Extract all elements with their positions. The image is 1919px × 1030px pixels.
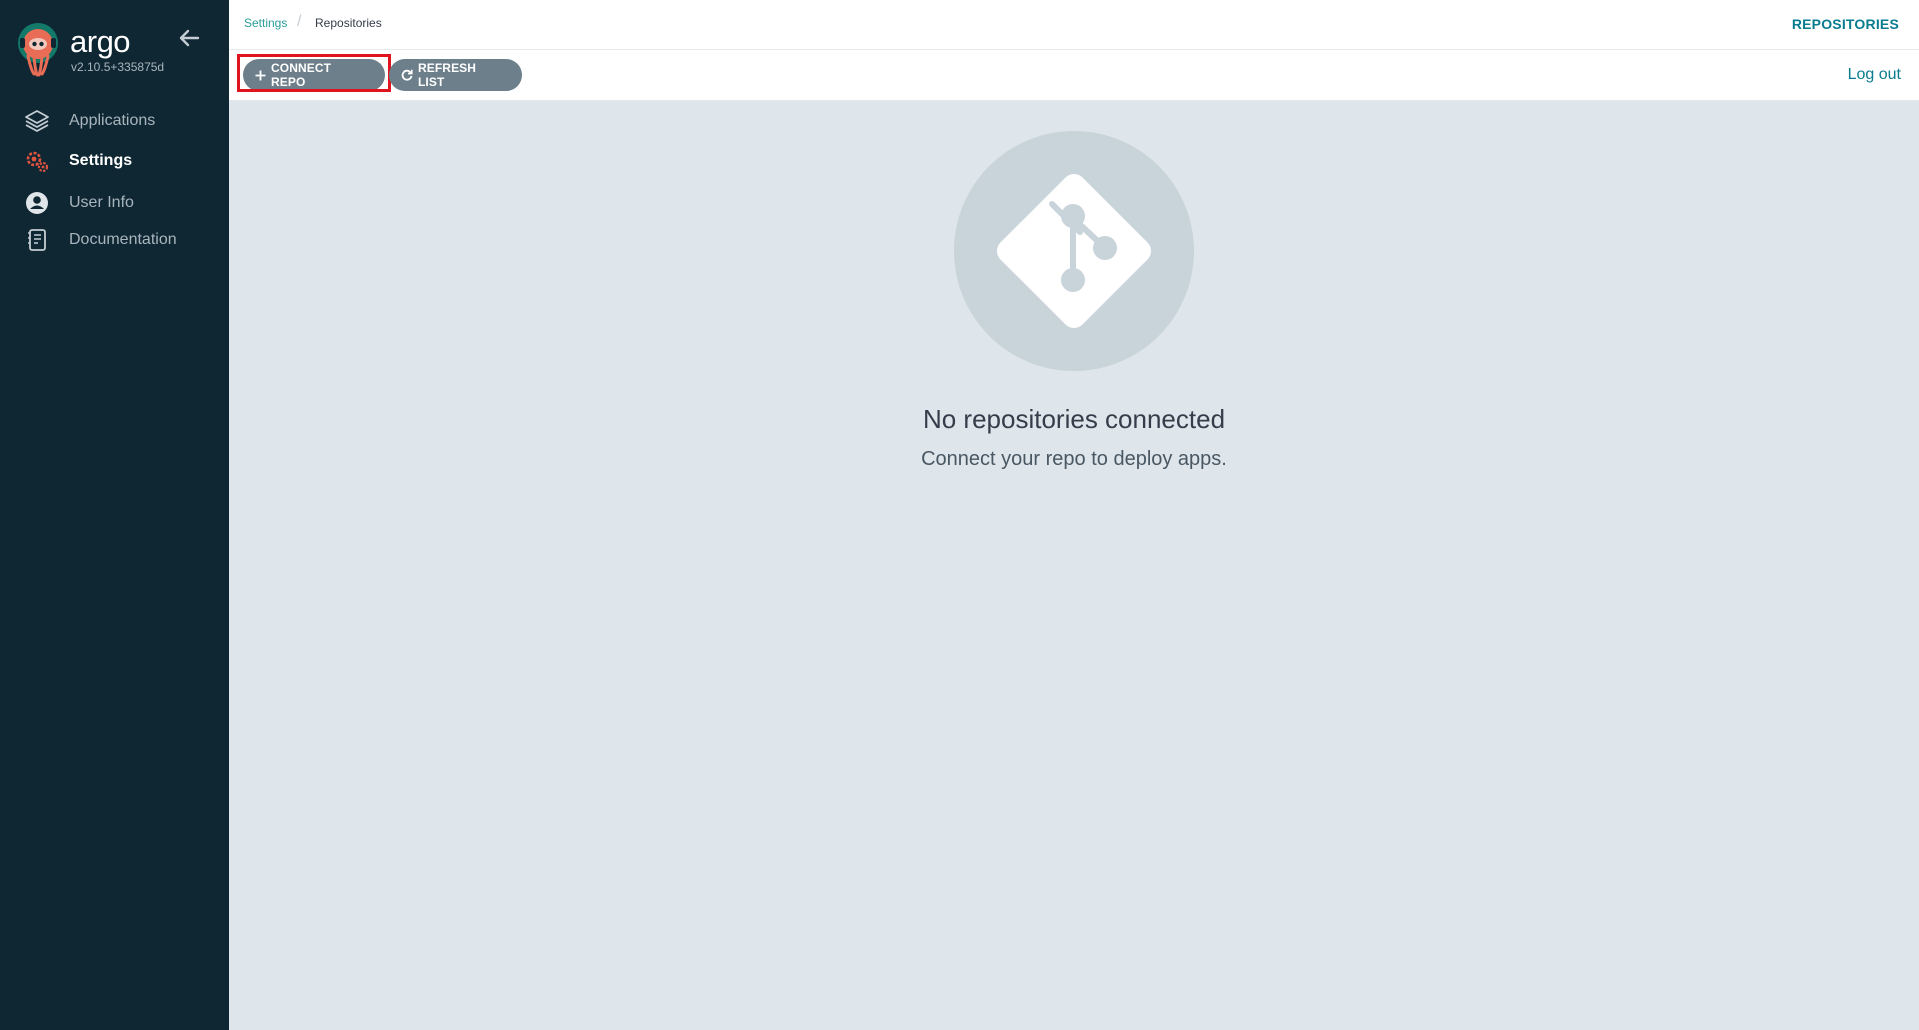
arrow-left-icon [179,29,200,47]
sidebar-item-label: Settings [69,152,133,169]
refresh-list-button[interactable]: REFRESH LIST [389,59,522,91]
brand-name: argo [70,24,131,59]
empty-state-subtitle: Connect your repo to deploy apps. [921,448,1227,470]
toolbar: CONNECT REPO REFRESH LIST Log out [229,50,1919,101]
breadcrumb-separator: / [297,13,302,30]
top-bar: Settings / Repositories REPOSITORIES [229,0,1919,50]
sidebar-item-label: Applications [69,112,156,129]
connect-repo-label: CONNECT REPO [271,61,332,89]
sidebar-item-settings[interactable]: Settings [0,143,229,179]
sidebar-item-documentation[interactable]: Documentation [0,222,229,258]
sidebar-item-label: User Info [69,194,134,211]
book-icon [24,227,50,253]
empty-state-illustration [954,131,1194,371]
sidebar-item-applications[interactable]: Applications [0,103,229,139]
sidebar: argo v2.10.5+335875d Applications Settin… [0,0,229,1030]
collapse-sidebar-button[interactable] [178,28,200,48]
version-label: v2.10.5+335875d [71,60,165,74]
sidebar-item-label: Documentation [69,231,177,248]
breadcrumb-repositories: Repositories [315,16,382,30]
page-title: REPOSITORIES [1791,16,1899,32]
plus-icon [255,70,266,81]
user-circle-icon [24,190,50,216]
breadcrumb-settings[interactable]: Settings [244,16,287,30]
argo-logo[interactable] [17,22,59,78]
refresh-icon [401,69,413,81]
git-icon [996,173,1152,329]
connect-repo-button[interactable]: CONNECT REPO [243,59,385,91]
logout-link[interactable]: Log out [1848,66,1901,84]
layers-icon [24,108,50,134]
sidebar-item-user-info[interactable]: User Info [0,185,229,221]
gears-icon [24,148,50,174]
refresh-list-label: REFRESH LIST [418,61,477,89]
empty-state-title: No repositories connected [922,404,1226,434]
